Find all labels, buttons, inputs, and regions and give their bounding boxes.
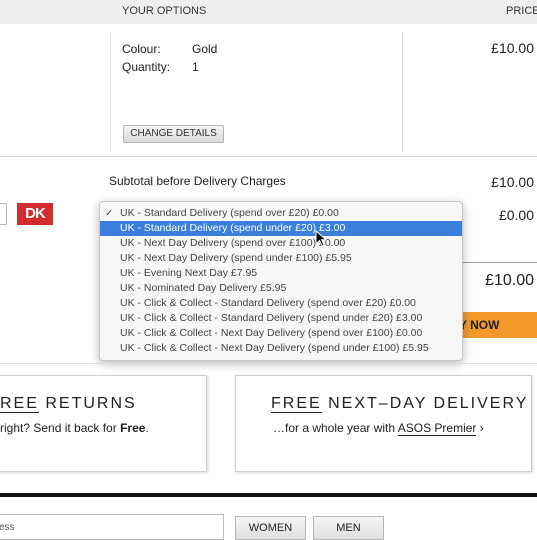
options-divider-left [110,32,111,152]
bag-header: YOUR OPTIONS PRICE [0,0,537,24]
email-input[interactable]: ess [0,514,224,540]
delivery-options-dropdown[interactable]: ✓ UK - Standard Delivery (spend over £20)… [99,201,463,361]
women-button[interactable]: WOMEN [235,516,306,540]
asos-premier-link[interactable]: ASOS Premier [397,421,477,436]
delivery-option[interactable]: UK - Click & Collect - Next Day Delivery… [100,341,462,356]
delivery-option[interactable]: UK - Next Day Delivery (spend under £100… [100,251,462,266]
country-select-edge[interactable] [0,203,7,225]
free-returns-subtitle: right? Send it back for Free. [0,421,149,435]
total-value: £10.00 [485,272,534,289]
delivery-option[interactable]: ✓ UK - Standard Delivery (spend over £20)… [100,206,462,221]
free-next-day-subtitle: …for a whole year with ASOS Premier › [273,421,484,436]
colour-value: Gold [192,42,218,56]
men-button[interactable]: MEN [313,516,384,540]
delivery-option-highlighted[interactable]: UK - Standard Delivery (spend under £20)… [100,221,462,236]
delivery-charge: £0.00 [498,207,534,223]
item-price: £10.00 [491,40,534,56]
mouse-cursor-icon [315,230,328,247]
price-heading: PRICE [506,5,537,17]
checkmark-icon: ✓ [105,208,114,219]
dk-flag-icon: DK [17,203,53,225]
section-divider [0,156,537,157]
free-returns-title: REE RETURNS [0,395,137,413]
delivery-option[interactable]: UK - Click & Collect - Standard Delivery… [100,311,462,326]
free-next-day-promo[interactable]: FREE NEXT–DAY DELIVERY …for a whole year… [235,375,532,472]
subtotal-label: Subtotal before Delivery Charges [109,174,286,188]
delivery-option[interactable]: UK - Next Day Delivery (spend over £100)… [100,236,462,251]
your-options-heading: YOUR OPTIONS [122,5,207,17]
promo-divider [0,363,537,364]
options-divider-right [402,32,403,152]
footer-rule [0,493,537,497]
delivery-option[interactable]: UK - Click & Collect - Standard Delivery… [100,296,462,311]
free-next-day-title: FREE NEXT–DAY DELIVERY [271,395,529,413]
delivery-option[interactable]: UK - Nominated Day Delivery £5.95 [100,281,462,296]
subtotal-value: £10.00 [491,174,534,190]
quantity-label: Quantity: [122,60,171,74]
change-details-button[interactable]: CHANGE DETAILS [123,125,224,143]
delivery-option[interactable]: UK - Evening Next Day £7.95 [100,266,462,281]
colour-label: Colour: [122,42,161,56]
quantity-value: 1 [192,60,199,74]
free-returns-promo[interactable]: REE RETURNS right? Send it back for Free… [0,375,207,472]
delivery-option[interactable]: UK - Click & Collect - Next Day Delivery… [100,326,462,341]
